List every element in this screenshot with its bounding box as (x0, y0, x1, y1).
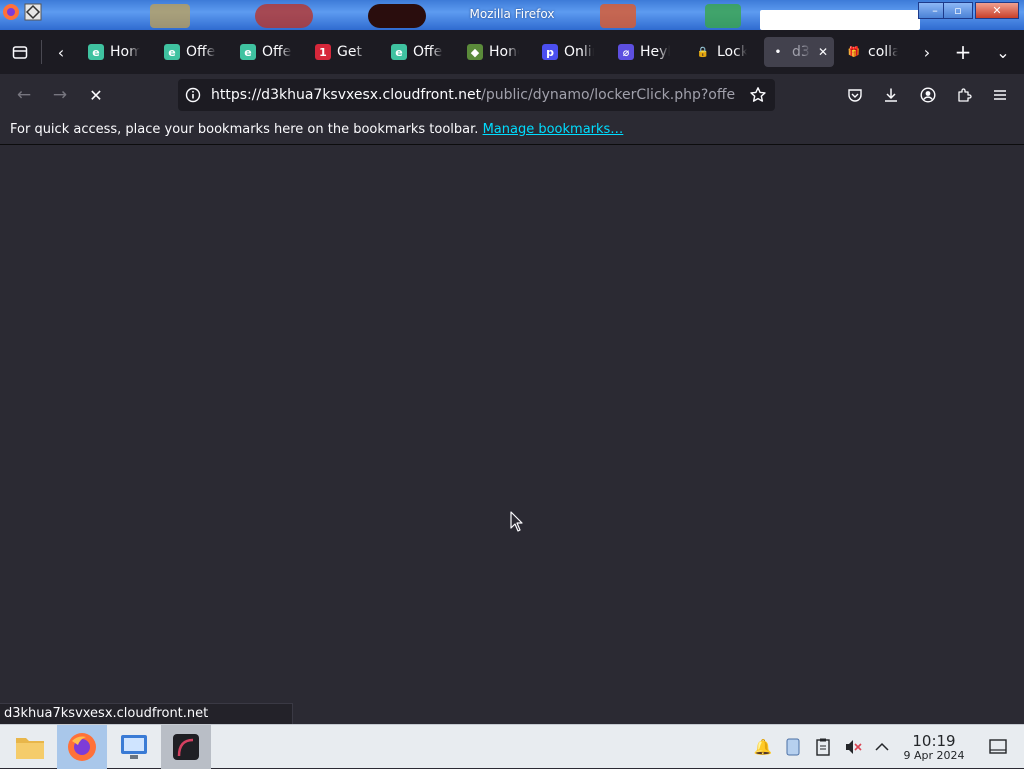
app-menu-button[interactable] (985, 80, 1015, 110)
tab-label: d3k (792, 44, 810, 60)
tab-2[interactable]: e Offer (158, 37, 228, 67)
e-green-icon: e (164, 44, 180, 60)
chevron-left-icon: ‹ (57, 42, 65, 62)
mouse-cursor-icon (510, 511, 524, 537)
tab-3[interactable]: e Offer (234, 37, 304, 67)
tab-9[interactable]: 🔒 Lock (689, 37, 759, 67)
bookmark-star-icon[interactable] (749, 86, 767, 108)
window-titlebar: Mozilla Firefox – ▫ ✕ (0, 0, 1024, 30)
forward-button[interactable]: → (45, 80, 75, 110)
chevron-up-icon[interactable] (872, 737, 892, 757)
firefox-task[interactable] (57, 725, 107, 769)
tab-label: Offer (262, 44, 292, 60)
arrow-right-icon: → (52, 85, 68, 105)
firefox-icon (68, 733, 96, 761)
tab-label: Hom (110, 44, 140, 60)
tab-11[interactable]: 🎁 colla (840, 37, 908, 67)
show-desktop-icon[interactable] (988, 737, 1008, 757)
account-button[interactable] (913, 80, 943, 110)
download-icon (885, 88, 897, 102)
tab-10[interactable]: • d3k ✕ (764, 37, 834, 67)
tab-4[interactable]: 1 Get I (309, 37, 379, 67)
tab-8[interactable]: ⌀ HeyL (612, 37, 682, 67)
tab-label: Onlin (564, 44, 594, 60)
tab-label: Offer (186, 44, 216, 60)
tab-label: Offer (413, 44, 443, 60)
folder-icon (16, 738, 44, 759)
lock-icon: 🔒 (696, 46, 710, 58)
chevron-down-icon: ⌄ (996, 42, 1010, 62)
url-host: https://d3khua7ksvxesx.cloudfront.net (211, 87, 482, 103)
monitor-icon (121, 735, 147, 759)
heylink-icon: ⌀ (618, 44, 634, 60)
clock-date: 9 Apr 2024 (903, 749, 965, 762)
pocket-button[interactable] (840, 80, 870, 110)
page-content[interactable]: d3khua7ksvxesx.cloudfront.net (0, 146, 1024, 724)
clock-time: 10:19 (912, 732, 956, 750)
url-bar[interactable]: https://d3khua7ksvxesx.cloudfront.net/pu… (178, 79, 775, 111)
tab-label: Lock (717, 44, 747, 60)
tab-strip-divider (41, 40, 42, 64)
tab-7[interactable]: p Onlin (536, 37, 606, 67)
terminal-task[interactable] (161, 725, 211, 769)
window-title: Mozilla Firefox (469, 7, 555, 21)
plus-icon: + (954, 40, 972, 64)
clipboard-icon[interactable] (813, 737, 833, 757)
list-all-tabs-button[interactable]: ⌄ (988, 37, 1018, 67)
bookmarks-empty-message: For quick access, place your bookmarks h… (10, 122, 479, 137)
maximize-button[interactable]: ▫ (943, 2, 973, 19)
firefox-view-icon (12, 46, 28, 59)
account-icon (920, 87, 936, 103)
tab-1[interactable]: e Hom (82, 37, 152, 67)
volume-muted-icon[interactable] (843, 737, 863, 757)
file-manager-task[interactable] (5, 725, 55, 769)
status-panel: d3khua7ksvxesx.cloudfront.net (0, 703, 293, 724)
tab-strip: ‹ eHomeOffereOffer1Get IeOffer◆HonepOnli… (0, 30, 1024, 74)
pocket-icon (848, 89, 862, 102)
close-tab-icon[interactable]: ✕ (818, 45, 828, 59)
notifications-icon[interactable]: 🔔 (753, 737, 773, 757)
tab-label: HeyL (640, 44, 670, 60)
loading-dot-icon: • (774, 46, 782, 58)
tab-label: Hone (489, 44, 519, 60)
gift-icon: 🎁 (847, 46, 861, 58)
e-green-icon: e (240, 44, 256, 60)
extensions-button[interactable] (949, 80, 979, 110)
site-info-icon[interactable] (185, 87, 201, 107)
chevron-right-icon: › (923, 42, 931, 62)
e-green-icon: e (88, 44, 104, 60)
p-blue-icon: p (542, 44, 558, 60)
tab-label: Get I (337, 44, 367, 60)
new-tab-button[interactable]: + (948, 37, 978, 67)
tab-6[interactable]: ◆ Hone (461, 37, 531, 67)
tab-5[interactable]: e Offer (385, 37, 455, 67)
firefox-view-button[interactable] (5, 37, 35, 67)
url-path: /public/dynamo/lockerClick.php?offer (481, 87, 736, 103)
red-book-icon: 1 (315, 44, 331, 60)
back-button[interactable]: ← (9, 80, 39, 110)
clipboard-app-icon[interactable] (783, 737, 803, 757)
clock[interactable]: 10:19 9 Apr 2024 (900, 733, 968, 763)
close-button[interactable]: ✕ (975, 2, 1019, 19)
scroll-tabs-right-button[interactable]: › (912, 37, 942, 67)
scroll-tabs-left-button[interactable]: ‹ (46, 37, 76, 67)
tab-label: colla (868, 44, 898, 60)
e-green-icon: e (391, 44, 407, 60)
bird-icon: ◆ (467, 44, 483, 60)
arrow-left-icon: ← (16, 85, 32, 105)
bookmarks-toolbar: For quick access, place your bookmarks h… (0, 116, 1024, 145)
taskbar: 🔔 10:19 9 Apr 2024 (0, 724, 1024, 769)
url-text[interactable]: https://d3khua7ksvxesx.cloudfront.net/pu… (211, 87, 736, 105)
downloads-button[interactable] (876, 80, 906, 110)
app-dark-icon (173, 734, 199, 760)
hamburger-icon (994, 90, 1006, 100)
stop-x-icon: ✕ (89, 85, 103, 105)
stop-button[interactable]: ✕ (81, 80, 111, 110)
manage-bookmarks-link[interactable]: Manage bookmarks… (483, 122, 624, 137)
navigation-toolbar: ← → ✕ https://d3khua7ksvxesx.cloudfront.… (0, 74, 1024, 116)
system-settings-task[interactable] (109, 725, 159, 769)
puzzle-icon (958, 88, 972, 102)
